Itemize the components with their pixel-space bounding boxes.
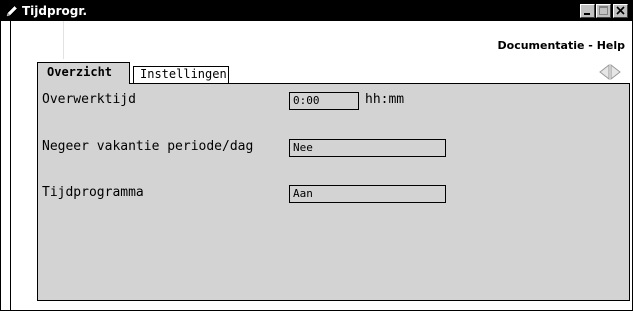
title-bar[interactable]: Tijdprogr. — [1, 1, 632, 21]
window-title: Tijdprogr. — [22, 4, 88, 18]
tab-navigation — [599, 63, 633, 81]
minimize-icon — [584, 13, 590, 15]
tab-overzicht[interactable]: Overzicht — [37, 62, 130, 84]
maximize-icon — [599, 6, 608, 15]
negeer-vakantie-field[interactable]: Nee — [289, 139, 446, 157]
app-window: Tijdprogr. Documentatie - Help Overzicht… — [0, 0, 633, 311]
left-divider — [10, 21, 11, 311]
overwerktijd-field[interactable]: 0:00 — [289, 92, 359, 110]
close-button[interactable] — [613, 4, 628, 18]
close-icon — [616, 6, 625, 15]
minimize-button[interactable] — [580, 4, 595, 18]
tab-instellingen[interactable]: Instellingen — [133, 66, 229, 83]
overwerktijd-unit: hh:mm — [365, 92, 405, 107]
arrow-left-icon[interactable] — [599, 63, 610, 81]
overwerktijd-label: Overwerktijd — [42, 92, 136, 107]
pencil-icon — [4, 3, 20, 19]
tab-overzicht-label: Overzicht — [47, 65, 113, 79]
tab-instellingen-label: Instellingen — [140, 67, 227, 81]
tijdprogramma-field[interactable]: Aan — [289, 185, 446, 203]
negeer-vakantie-label: Negeer vakantie periode/dag — [42, 139, 254, 154]
maximize-button[interactable] — [596, 4, 611, 18]
header-divider — [63, 21, 64, 59]
documentation-help-link[interactable]: Documentatie - Help — [498, 39, 626, 52]
arrow-right-icon[interactable] — [610, 63, 621, 81]
tijdprogramma-label: Tijdprogramma — [42, 185, 144, 200]
overzicht-panel: Overwerktijd 0:00 hh:mm Negeer vakantie … — [37, 83, 630, 301]
